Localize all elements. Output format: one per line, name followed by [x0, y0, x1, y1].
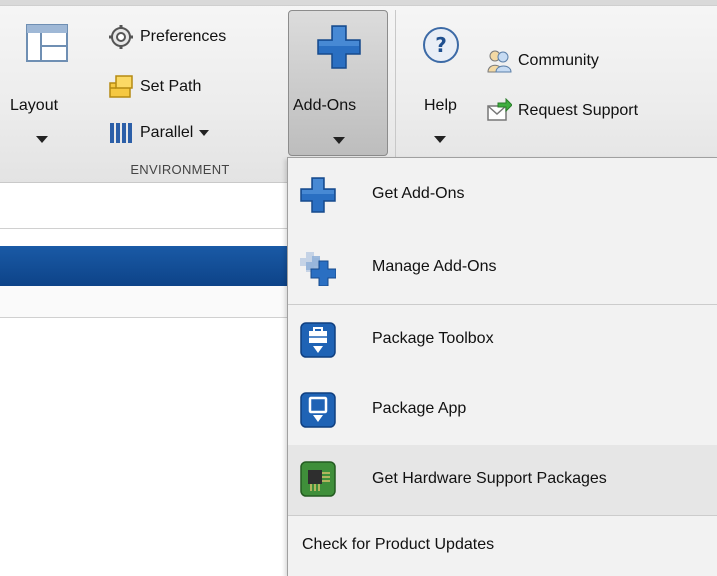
menu-item-get-add-ons[interactable]: Get Add-Ons — [288, 158, 717, 234]
menu-item-label: Manage Add-Ons — [372, 258, 497, 275]
toolstrip: Layout Preferences Set Path Parallel ENV… — [0, 0, 717, 183]
menu-item-label: Package App — [372, 400, 467, 417]
community-people-icon — [487, 50, 512, 73]
manage-addons-icon — [300, 252, 336, 286]
menu-item-manage-add-ons[interactable]: Manage Add-Ons — [288, 234, 717, 304]
layout-dropdown-arrow-icon — [36, 136, 48, 143]
menu-item-label: Get Add-Ons — [372, 185, 465, 202]
help-icon: ? — [423, 27, 459, 63]
request-support-icon — [487, 98, 512, 121]
parallel-dropdown-arrow-icon — [199, 130, 210, 136]
add-ons-dropdown-arrow-icon — [333, 137, 345, 144]
gear-icon — [109, 25, 133, 49]
parallel-button[interactable]: Parallel — [108, 118, 278, 148]
community-button[interactable]: Community — [486, 44, 711, 78]
plus-icon — [317, 25, 361, 69]
svg-text:?: ? — [435, 33, 447, 57]
add-ons-label: Add-Ons — [293, 97, 357, 114]
package-app-icon — [300, 392, 336, 428]
menu-item-check-for-product-updates[interactable]: Check for Product Updates — [288, 516, 717, 576]
panel-header-strip — [0, 286, 292, 318]
toolstrip-top-border — [0, 0, 717, 6]
parallel-label: Parallel — [140, 124, 194, 141]
menu-item-label: Get Hardware Support Packages — [372, 470, 607, 487]
help-button[interactable]: ? Help — [408, 14, 478, 164]
section-divider — [395, 10, 396, 180]
request-support-label: Request Support — [518, 102, 639, 119]
parallel-bars-icon — [110, 123, 132, 143]
set-path-button[interactable]: Set Path — [108, 72, 278, 102]
menu-item-get-hardware-support-packages[interactable]: Get Hardware Support Packages — [288, 445, 717, 515]
menu-item-label: Check for Product Updates — [302, 536, 495, 553]
request-support-button[interactable]: Request Support — [486, 94, 711, 128]
set-path-label: Set Path — [140, 78, 202, 95]
layout-label: Layout — [10, 97, 59, 114]
help-label: Help — [424, 97, 457, 114]
circuit-board-icon — [300, 461, 336, 497]
menu-item-package-app[interactable]: Package App — [288, 377, 717, 445]
preferences-label: Preferences — [140, 28, 227, 45]
environment-section-label: ENVIRONMENT — [130, 162, 230, 177]
plus-icon — [300, 177, 336, 213]
menu-item-label: Package Toolbox — [372, 330, 494, 347]
layout-button[interactable]: Layout — [10, 14, 100, 164]
current-folder-bar[interactable] — [0, 185, 292, 229]
layout-icon — [26, 24, 68, 62]
panel-title-bar — [0, 246, 292, 286]
help-dropdown-arrow-icon — [434, 136, 446, 143]
folder-path-icon — [109, 75, 133, 98]
community-label: Community — [518, 52, 599, 69]
menu-item-package-toolbox[interactable]: Package Toolbox — [288, 305, 717, 377]
add-ons-menu: Get Add-Ons Manage Add-Ons Package Toolb… — [287, 157, 717, 576]
package-toolbox-icon — [300, 322, 336, 358]
add-ons-button[interactable]: Add-Ons — [288, 10, 388, 156]
preferences-button[interactable]: Preferences — [108, 22, 278, 52]
